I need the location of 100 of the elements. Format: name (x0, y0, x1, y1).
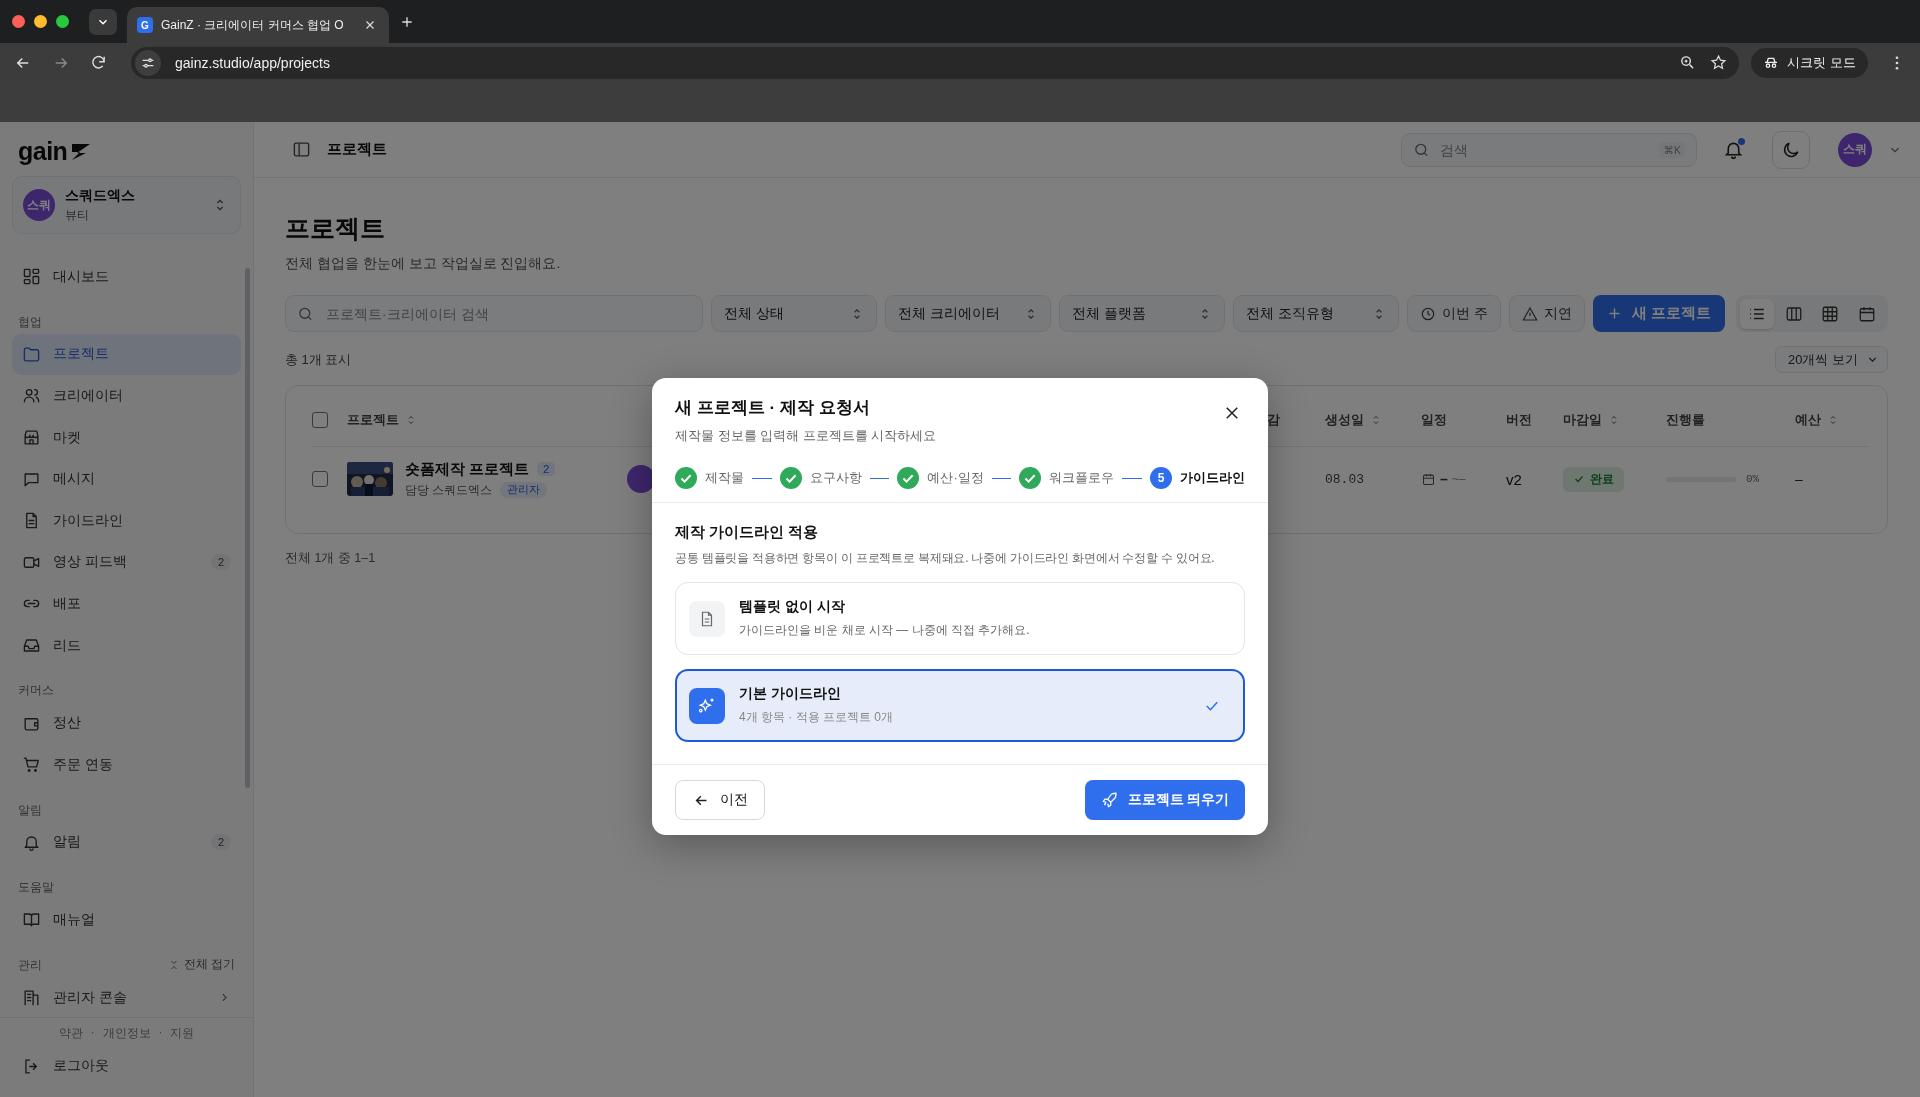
sidebar-toggle-icon[interactable] (292, 140, 311, 159)
sidebar-item[interactable]: 가이드라인 (12, 499, 241, 542)
check-icon (1573, 473, 1585, 485)
logo-text: gain (18, 136, 68, 166)
close-icon (1223, 404, 1241, 422)
modal-subtitle: 제작물 정보를 입력해 프로젝트를 시작하세요 (675, 427, 937, 445)
browser-tab[interactable]: G GainZ · 크리에이터 커머스 협업 O (127, 7, 389, 43)
sidebar-item[interactable]: 영상 피드백 2 (12, 541, 241, 584)
created-date: 08.03 (1325, 471, 1365, 487)
clock-icon (1420, 305, 1436, 322)
warning-icon (1521, 305, 1538, 322)
section-label: 알림 (18, 801, 42, 818)
wizard-step: 제작물 (675, 467, 744, 489)
footer-link[interactable]: 약관 (58, 1026, 83, 1042)
column-header[interactable]: 예산 (1795, 411, 1869, 429)
reload-icon[interactable] (90, 54, 107, 71)
building-icon (22, 988, 41, 1007)
step-done-icon (675, 467, 697, 489)
sidebar-item[interactable]: 매뉴얼 (12, 899, 241, 941)
address-bar[interactable]: gainz.studio/app/projects (131, 46, 1740, 79)
filter-select[interactable]: 전체 상태 (711, 295, 877, 332)
step-done-icon (779, 467, 802, 489)
filter-select[interactable]: 전체 조직유형 (1233, 295, 1399, 332)
page-subtitle: 전체 협업을 한눈에 보고 작업실로 진입해요. (285, 255, 562, 273)
launch-project-button[interactable]: 프로젝트 띄우기 (1085, 780, 1245, 820)
section-label: 도움말 (18, 879, 54, 896)
filter-select[interactable]: 전체 크리에이터 (885, 295, 1051, 332)
column-header[interactable]: 생성일 (1325, 411, 1421, 429)
option-card[interactable]: 기본 가이드라인 4개 항목 · 적용 프로젝트 0개 (675, 669, 1245, 742)
search-field[interactable]: 프로젝트·크리에이터 검색 (285, 295, 703, 332)
footer-link[interactable]: 개인정보 (102, 1026, 151, 1042)
version-text: v2 (1506, 470, 1523, 488)
collapse-all-button[interactable]: 전체 접기 (167, 957, 235, 973)
row-checkbox[interactable] (312, 471, 328, 487)
theme-toggle-button[interactable] (1772, 130, 1810, 169)
workspace-avatar: 스쿼 (23, 189, 55, 221)
search-icon (1413, 141, 1430, 158)
select-all-checkbox[interactable] (312, 412, 328, 428)
section-title: 제작 가이드라인 적용 (675, 523, 820, 542)
cart-icon (22, 755, 41, 775)
status-badge: 완료 (1563, 466, 1624, 492)
window-controls-icon[interactable] (12, 15, 69, 28)
favicon: G (137, 17, 153, 33)
columns-icon (1784, 304, 1803, 323)
sidebar-item[interactable]: 대시보드 (12, 256, 241, 298)
section-description: 공통 템플릿을 적용하면 항목이 이 프로젝트로 복제돼요. 나중에 가이드라인 화면에서 수정할 수 있어요. (675, 550, 1216, 567)
calendar-icon (1857, 304, 1876, 323)
project-owner: 담당 스쿼드엑스 (405, 481, 493, 499)
logout-button[interactable]: 로그아웃 (12, 1045, 241, 1087)
calendar-icon (1421, 471, 1436, 487)
tab-list-button[interactable] (89, 8, 117, 35)
column-header[interactable]: 프로젝트 (347, 411, 627, 429)
creator-avatar (627, 465, 655, 493)
result-count: 총 1개 표시 (285, 350, 352, 369)
wizard-step: 5 가이드라인 (1150, 467, 1245, 489)
page-title: 프로젝트 (285, 213, 386, 244)
grid-icon (22, 267, 41, 287)
sidebar-item[interactable]: 크리에이터 (12, 375, 241, 417)
filter-toggle[interactable]: 이번 주 (1407, 295, 1501, 332)
sidebar-item[interactable]: 메시지 (12, 458, 241, 500)
modal-title: 새 프로젝트 · 제작 요청서 (675, 397, 871, 419)
budget-text: – (1795, 471, 1804, 487)
page-size-select[interactable]: 20개씩 보기 (1774, 346, 1888, 373)
section-label: 관리 (18, 956, 42, 973)
filter-toggle[interactable]: 지연 (1508, 295, 1585, 332)
incognito-indicator[interactable]: 시크릿 모드 (1751, 47, 1868, 78)
column-header: 버전 (1506, 411, 1533, 429)
sidebar-item[interactable]: 프로젝트 (12, 333, 241, 376)
user-avatar[interactable]: 스쿼 (1838, 132, 1872, 167)
column-header: 감 (1267, 411, 1281, 429)
store-icon (22, 428, 41, 448)
sidebar-item[interactable]: 관리자 콘솔 (12, 976, 241, 1018)
count-badge: 2 (210, 834, 231, 851)
wizard-step: 워크플로우 (1019, 467, 1115, 489)
sidebar-item[interactable]: 주문 연동 (12, 743, 241, 786)
scrollbar[interactable] (245, 268, 250, 788)
sidebar-item[interactable]: 배포 (12, 583, 241, 625)
version-count-badge: 2 (537, 462, 556, 476)
count-badge: 2 (210, 554, 231, 571)
filter-select[interactable]: 전체 플랫폼 (1059, 295, 1225, 332)
column-header: 진행률 (1666, 411, 1706, 429)
back-button[interactable]: 이전 (675, 780, 765, 820)
column-header[interactable]: 마감일 (1563, 411, 1666, 429)
bookmark-star-icon[interactable] (1710, 54, 1728, 71)
sidebar-item[interactable]: 마켓 (12, 416, 241, 459)
separator-dot: · (90, 1026, 95, 1041)
workspace-name: 스쿼드엑스 (65, 186, 136, 205)
folder-icon (22, 344, 41, 364)
role-badge: 관리자 (500, 482, 548, 498)
footer-link[interactable]: 지원 (170, 1026, 195, 1042)
search-icon (297, 305, 314, 322)
option-card[interactable]: 템플릿 없이 시작 가이드라인을 비운 채로 시작 — 나중에 직접 추가해요. (675, 582, 1245, 655)
sidebar-item[interactable]: 리드 (12, 624, 241, 667)
project-title[interactable]: 숏폼제작 프로젝트 (405, 459, 530, 479)
rocket-icon (1100, 791, 1119, 809)
view-tab[interactable] (1740, 298, 1775, 329)
sidebar-item[interactable]: 알림 2 (12, 821, 241, 864)
schedule-end: ~– (1451, 472, 1466, 486)
new-project-button[interactable]: 새 프로젝트 (1592, 295, 1725, 332)
sidebar-item[interactable]: 정산 (12, 702, 241, 744)
